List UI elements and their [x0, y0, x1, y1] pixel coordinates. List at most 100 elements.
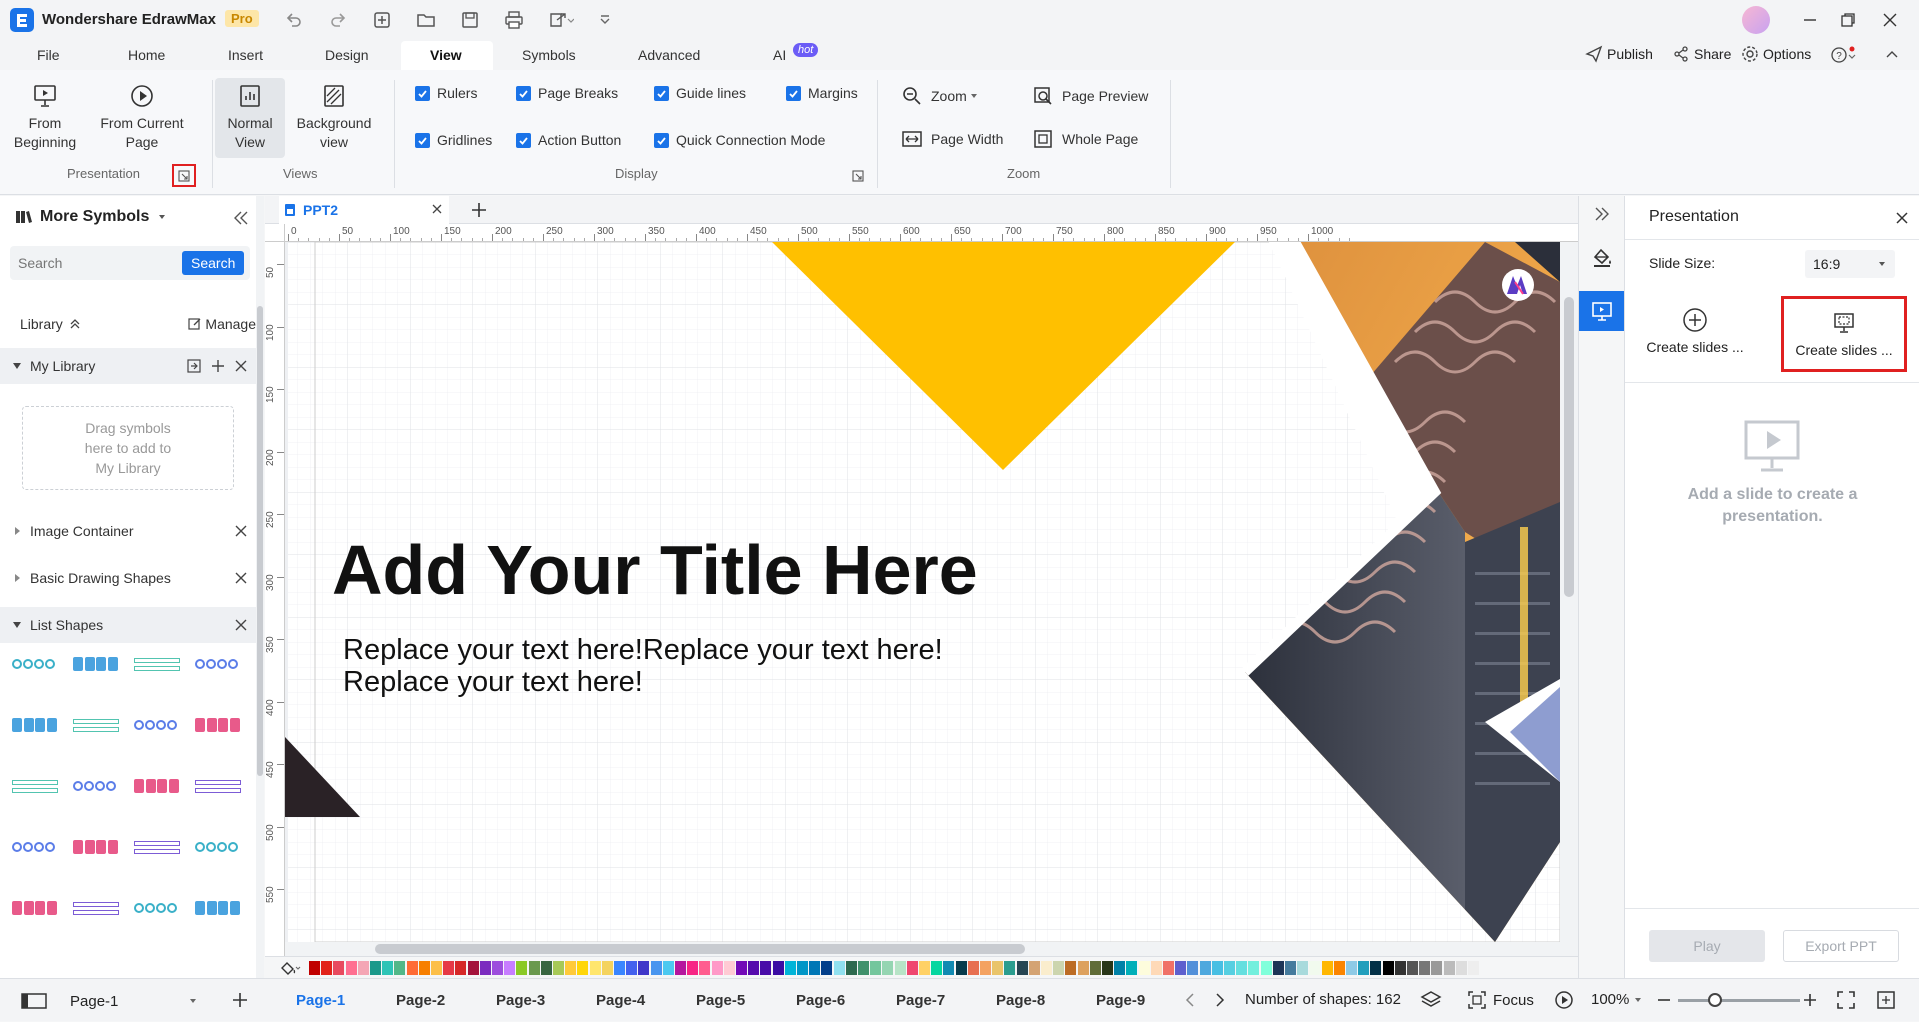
export-ppt-button[interactable]: Export PPT	[1783, 930, 1899, 962]
color-swatch[interactable]	[1468, 961, 1479, 975]
slide-title[interactable]: Add Your Title Here	[332, 530, 978, 610]
scrollbar-thumb[interactable]	[1564, 297, 1574, 597]
create-slides-from-pages-button[interactable]: Create slides ...	[1781, 296, 1907, 372]
color-swatch[interactable]	[1138, 961, 1150, 975]
color-swatch[interactable]	[870, 961, 882, 975]
color-swatch[interactable]	[1028, 961, 1040, 975]
fill-bucket-icon[interactable]	[279, 960, 301, 976]
list-shape-symbol[interactable]	[12, 839, 58, 857]
color-swatch[interactable]	[479, 961, 491, 975]
slide-size-select[interactable]: 16:9	[1805, 250, 1895, 278]
color-swatch[interactable]	[370, 961, 381, 975]
list-shape-symbol[interactable]	[73, 717, 119, 735]
margins-checkbox[interactable]: Margins	[786, 83, 858, 103]
add-tab-icon[interactable]	[471, 202, 487, 218]
zoom-in-icon[interactable]	[1802, 992, 1818, 1008]
print-icon[interactable]	[504, 10, 524, 30]
add-page-icon[interactable]	[232, 992, 248, 1008]
color-swatch[interactable]	[1431, 961, 1443, 975]
color-swatch[interactable]	[1163, 961, 1174, 975]
color-swatch[interactable]	[1199, 961, 1211, 975]
play-button[interactable]: Play	[1649, 930, 1765, 962]
options-button[interactable]: Options	[1741, 45, 1811, 63]
slide-body-line-2[interactable]: Replace your text here!	[343, 666, 643, 698]
color-swatch[interactable]	[919, 961, 930, 975]
color-swatch[interactable]	[1297, 961, 1309, 975]
color-swatch[interactable]	[809, 961, 821, 975]
close-icon[interactable]	[234, 618, 248, 632]
search-input[interactable]	[18, 253, 178, 273]
play-presentation-icon[interactable]	[1554, 990, 1574, 1010]
color-swatch[interactable]	[1211, 961, 1223, 975]
color-swatch[interactable]	[638, 961, 650, 975]
color-swatch[interactable]	[1065, 961, 1077, 975]
list-shape-symbol[interactable]	[12, 778, 58, 796]
page-tab-5[interactable]: Page-5	[696, 979, 745, 1022]
color-swatch[interactable]	[1321, 961, 1333, 975]
color-swatch[interactable]	[699, 961, 711, 975]
collapse-ribbon-icon[interactable]	[1884, 47, 1900, 63]
from-beginning-button[interactable]: From Beginning	[8, 82, 82, 152]
color-swatch[interactable]	[1224, 961, 1235, 975]
scrollbar-thumb[interactable]	[375, 944, 1025, 954]
my-library-header[interactable]: My Library	[0, 348, 256, 384]
list-shape-symbol[interactable]	[195, 839, 241, 857]
color-swatch[interactable]	[1443, 961, 1455, 975]
list-shape-symbol[interactable]	[73, 900, 119, 918]
gridlines-checkbox[interactable]: Gridlines	[415, 130, 492, 150]
color-swatch[interactable]	[821, 961, 833, 975]
color-swatch[interactable]	[614, 961, 625, 975]
collapse-panel-icon[interactable]	[232, 210, 250, 226]
color-swatch[interactable]	[418, 961, 430, 975]
color-swatch[interactable]	[492, 961, 503, 975]
color-swatch[interactable]	[980, 961, 991, 975]
color-swatch[interactable]	[321, 961, 333, 975]
list-shape-symbol[interactable]	[134, 839, 180, 857]
color-swatch[interactable]	[675, 961, 686, 975]
menu-design[interactable]: Design	[325, 40, 369, 70]
color-swatch[interactable]	[1053, 961, 1065, 975]
chevron-right-icon[interactable]	[1214, 992, 1226, 1008]
color-swatch[interactable]	[394, 961, 406, 975]
color-swatch[interactable]	[797, 961, 808, 975]
document-tab[interactable]: PPT2	[279, 196, 449, 224]
color-swatch[interactable]	[1309, 961, 1321, 975]
minimize-icon[interactable]	[1802, 12, 1818, 28]
list-shape-symbol[interactable]	[73, 839, 119, 857]
color-swatch[interactable]	[1016, 961, 1028, 975]
new-page-icon[interactable]	[372, 10, 392, 30]
page-tab-7[interactable]: Page-7	[896, 979, 945, 1022]
color-swatch[interactable]	[1089, 961, 1101, 975]
menu-home[interactable]: Home	[128, 40, 165, 70]
page-tab-8[interactable]: Page-8	[996, 979, 1045, 1022]
open-folder-icon[interactable]	[416, 10, 436, 30]
color-swatch[interactable]	[784, 961, 796, 975]
rulers-checkbox[interactable]: Rulers	[415, 83, 477, 103]
horizontal-scrollbar[interactable]	[285, 942, 1560, 956]
menu-insert[interactable]: Insert	[228, 40, 263, 70]
zoom-out-icon[interactable]	[1656, 992, 1672, 1008]
color-swatch[interactable]	[1285, 961, 1296, 975]
normal-view-button[interactable]: Normal View	[215, 82, 285, 152]
color-swatch[interactable]	[1041, 961, 1052, 975]
color-swatch[interactable]	[357, 961, 369, 975]
quick-connection-checkbox[interactable]: Quick Connection Mode	[654, 130, 825, 150]
color-swatch[interactable]	[455, 961, 467, 975]
page-tab-2[interactable]: Page-2	[396, 979, 445, 1022]
color-swatch[interactable]	[894, 961, 906, 975]
color-swatch[interactable]	[516, 961, 528, 975]
color-swatch[interactable]	[333, 961, 345, 975]
color-swatch[interactable]	[687, 961, 699, 975]
color-swatch[interactable]	[931, 961, 943, 975]
color-swatch[interactable]	[760, 961, 772, 975]
zoom-slider-thumb[interactable]	[1707, 993, 1722, 1007]
list-shapes-section[interactable]: List Shapes	[0, 607, 256, 643]
list-shape-symbol[interactable]	[12, 656, 58, 674]
color-swatch[interactable]	[711, 961, 723, 975]
layers-icon[interactable]	[1420, 990, 1442, 1010]
page-preview-button[interactable]: Page Preview	[1032, 84, 1148, 108]
help-icon[interactable]: ?	[1830, 46, 1858, 64]
from-current-page-button[interactable]: From Current Page	[94, 82, 190, 152]
color-swatch[interactable]	[1187, 961, 1199, 975]
save-icon[interactable]	[460, 10, 480, 30]
